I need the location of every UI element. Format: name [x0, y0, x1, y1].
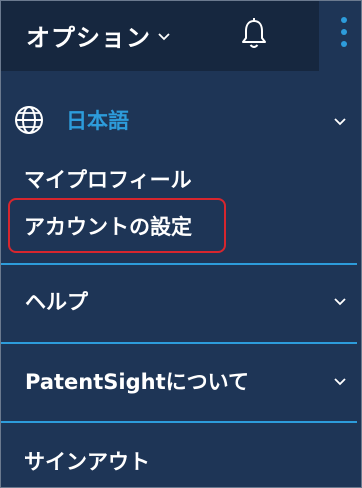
options-dropdown-button[interactable]: オプション [26, 15, 171, 55]
chevron-down-icon [333, 372, 347, 391]
about-label: PatentSightについて [25, 370, 249, 394]
chevron-down-icon [333, 292, 347, 311]
divider [1, 342, 357, 344]
globe-icon [13, 104, 45, 140]
kebab-menu-icon[interactable] [340, 14, 348, 56]
bell-icon[interactable] [239, 17, 269, 55]
divider [1, 421, 357, 423]
my-profile-link[interactable]: マイプロフィール [24, 164, 192, 194]
chevron-down-icon [157, 27, 171, 46]
help-section[interactable]: ヘルプ [1, 266, 361, 336]
language-selector[interactable]: 日本語 [1, 96, 361, 142]
language-label: 日本語 [66, 109, 129, 133]
account-settings-link[interactable]: アカウントの設定 [24, 211, 192, 241]
top-bar: オプション [1, 1, 319, 71]
help-label: ヘルプ [25, 290, 88, 314]
divider [1, 263, 357, 265]
about-section[interactable]: PatentSightについて [1, 346, 361, 416]
sign-out-link[interactable]: サインアウト [24, 446, 150, 476]
chevron-down-icon [333, 112, 347, 131]
options-label: オプション [26, 23, 151, 52]
